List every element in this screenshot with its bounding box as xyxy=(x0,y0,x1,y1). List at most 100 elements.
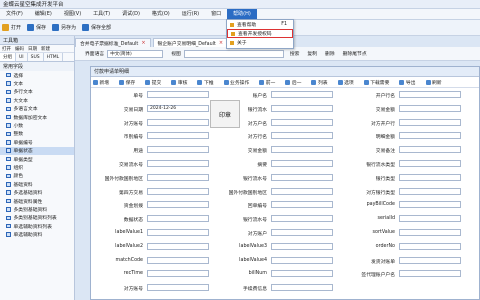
sidebar-tab[interactable]: HTML xyxy=(44,53,64,61)
form-field-input[interactable] xyxy=(271,160,333,167)
form-field-input[interactable] xyxy=(271,215,333,223)
form-tool-button[interactable]: 列表 xyxy=(311,79,332,86)
form-field-input[interactable] xyxy=(147,229,209,236)
search-button[interactable]: 搜索 xyxy=(290,50,300,57)
form-field-input[interactable] xyxy=(147,201,209,209)
sidebar-item[interactable]: 颜色 xyxy=(0,172,74,180)
menu-item[interactable]: 编辑(E) xyxy=(29,9,58,20)
form-field-input[interactable] xyxy=(399,229,461,236)
form-field-input[interactable] xyxy=(147,160,209,167)
form-field-input[interactable] xyxy=(399,173,461,181)
sidebar-item[interactable]: 多类别基础资料列表 xyxy=(0,214,74,222)
form-tool-button[interactable]: 选项 xyxy=(337,79,359,86)
sidebar-item[interactable]: 多选基础资料 xyxy=(0,188,74,196)
sidebar-item[interactable]: 多行文本 xyxy=(0,88,74,96)
form-field-input[interactable] xyxy=(147,256,209,264)
form-tool-button[interactable]: 新增 xyxy=(93,79,114,86)
lang-select[interactable]: 中文(简体) xyxy=(107,49,164,58)
sidebar-item[interactable]: 基础资料属性 xyxy=(0,197,74,205)
sidebar-tool[interactable]: 日期 xyxy=(28,46,37,52)
form-tool-button[interactable]: 后一 xyxy=(285,79,306,86)
form-tool-button[interactable]: 保存 xyxy=(119,79,140,86)
menu-item[interactable]: 视图(V) xyxy=(58,9,87,20)
delete-tail-button[interactable]: 删除尾节点 xyxy=(343,50,367,57)
sidebar-item[interactable]: 整数 xyxy=(0,130,74,138)
form-field-input[interactable] xyxy=(147,173,209,181)
form-field-input[interactable] xyxy=(399,146,461,154)
form-field-input[interactable] xyxy=(147,132,209,140)
form-tool-button[interactable]: 提交 xyxy=(145,79,166,86)
form-field-input[interactable] xyxy=(271,270,333,278)
toolbar-button[interactable]: 另存为 xyxy=(52,24,76,31)
sidebar-item[interactable]: 选择 xyxy=(0,71,74,79)
form-field-input[interactable] xyxy=(399,215,461,223)
sidebar-item[interactable]: 单选辅助资料 xyxy=(0,230,74,238)
form-field-input[interactable] xyxy=(399,118,461,126)
sidebar-tab[interactable]: 分组 xyxy=(0,53,16,61)
form-tool-button[interactable]: 导出 xyxy=(399,79,420,86)
sidebar-tab[interactable]: UI xyxy=(16,53,28,61)
copy-button[interactable]: 复制 xyxy=(307,50,317,57)
form-field-input[interactable] xyxy=(271,146,333,154)
sidebar-tool[interactable]: 打开 xyxy=(2,46,11,52)
toolbar-button[interactable]: 打开 xyxy=(2,24,21,31)
sidebar-item[interactable]: 多语言文本 xyxy=(0,105,74,113)
form-tool-button[interactable]: 审核 xyxy=(171,79,192,86)
form-field-input[interactable] xyxy=(271,132,333,140)
sidebar-item[interactable]: 单据类型 xyxy=(0,155,74,163)
sidebar-tool[interactable]: 编码 xyxy=(15,46,24,52)
menu-item[interactable]: 调试(D) xyxy=(116,9,146,20)
form-field-input[interactable] xyxy=(147,187,209,195)
form-field-input[interactable] xyxy=(271,91,333,98)
form-field-input[interactable] xyxy=(399,160,461,167)
form-field-input[interactable] xyxy=(147,118,209,126)
form-field-input[interactable] xyxy=(271,201,333,209)
form-tool-button[interactable]: 刷新 xyxy=(425,79,447,86)
toolbar-button[interactable]: 保存 xyxy=(27,24,46,31)
form-field-input[interactable] xyxy=(399,201,461,209)
form-field-input[interactable] xyxy=(399,270,461,278)
sidebar-tab[interactable]: SUS xyxy=(28,53,44,61)
form-field-input[interactable] xyxy=(147,284,209,292)
form-field-input[interactable] xyxy=(399,187,461,195)
menu-item[interactable]: 窗口 xyxy=(205,9,227,20)
form-field-input[interactable] xyxy=(147,215,209,223)
sidebar-item[interactable]: 文本 xyxy=(0,79,74,87)
sidebar-item[interactable]: 单据编号 xyxy=(0,138,74,146)
form-field-input[interactable] xyxy=(271,104,333,112)
form-field-input[interactable] xyxy=(399,242,461,250)
form-field-input[interactable] xyxy=(147,242,209,250)
help-menu-item[interactable]: 关于 xyxy=(227,38,293,47)
form-field-input[interactable] xyxy=(271,242,333,250)
menu-item[interactable]: 运行(R) xyxy=(176,9,205,20)
form-field-input[interactable] xyxy=(271,229,333,236)
menu-item[interactable]: 格式(O) xyxy=(146,9,176,20)
section-header-common-fields[interactable]: 常用字段 xyxy=(0,62,74,71)
form-field-input[interactable] xyxy=(147,91,209,98)
sidebar-item[interactable]: 数据库加密文本 xyxy=(0,113,74,121)
toolbar-button[interactable]: 保存全部 xyxy=(82,24,111,31)
form-field-input[interactable] xyxy=(271,256,333,264)
form-field-input[interactable] xyxy=(399,91,461,98)
sidebar-item[interactable]: 小数 xyxy=(0,121,74,129)
form-field-input[interactable] xyxy=(147,270,209,278)
form-field-input[interactable] xyxy=(399,256,461,264)
form-field-input[interactable] xyxy=(271,187,333,195)
help-menu-item[interactable]: 查看开发授权码 xyxy=(227,29,293,38)
form-field-input[interactable] xyxy=(147,146,209,154)
form-field-input[interactable] xyxy=(399,132,461,140)
view-select[interactable] xyxy=(183,49,284,58)
stamp-widget[interactable]: 印章 xyxy=(210,100,240,128)
close-icon[interactable]: × xyxy=(219,40,223,46)
form-field-input[interactable] xyxy=(399,104,461,112)
sidebar-item[interactable]: 大文本 xyxy=(0,96,74,104)
sidebar-item[interactable]: 基础资料 xyxy=(0,180,74,188)
form-tool-button[interactable]: 下推 xyxy=(197,79,218,86)
menu-item[interactable]: 文件(F) xyxy=(0,9,29,20)
help-menu-item[interactable]: 查看帮助 F1 xyxy=(227,20,293,29)
document-tab[interactable]: 合并电子票据标准_Default × xyxy=(75,38,151,47)
menu-item[interactable]: 帮助(H) xyxy=(227,8,257,20)
form-field-input[interactable] xyxy=(271,118,333,126)
form-field-input[interactable] xyxy=(271,173,333,181)
sidebar-tool[interactable]: 新建 xyxy=(41,46,50,52)
